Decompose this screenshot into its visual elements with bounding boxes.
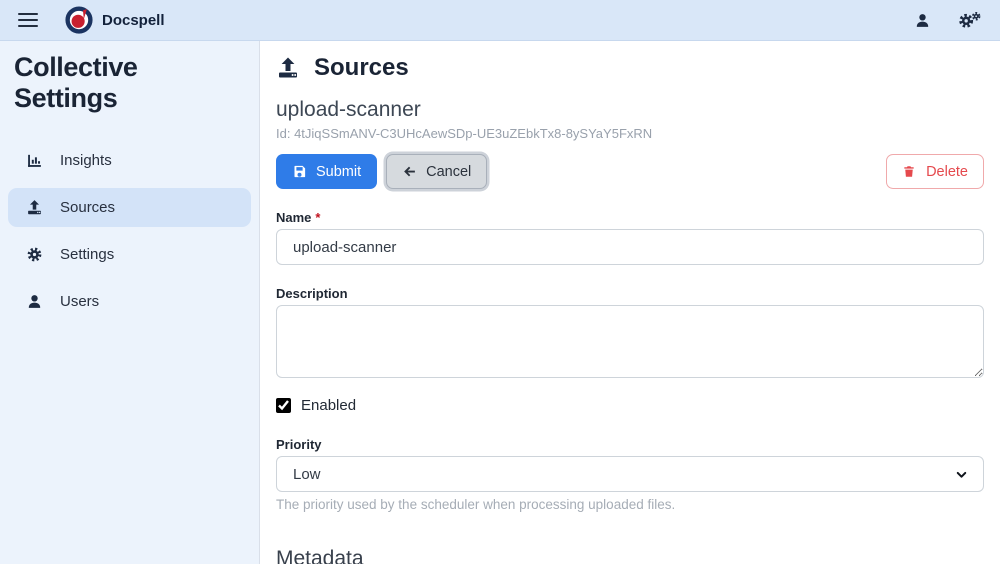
app-brand[interactable]: Docspell	[65, 6, 165, 34]
form-actions: Submit Cancel Delete	[276, 154, 984, 189]
source-name-heading: upload-scanner	[276, 98, 984, 122]
cancel-button[interactable]: Cancel	[386, 154, 487, 189]
enabled-row: Enabled	[276, 397, 984, 414]
arrow-left-icon	[402, 164, 417, 179]
top-navbar: Docspell	[0, 0, 1000, 41]
user-icon[interactable]	[914, 12, 931, 29]
chevron-down-icon	[954, 467, 969, 482]
chart-bar-icon	[26, 152, 43, 169]
submit-label: Submit	[316, 164, 361, 180]
upload-icon	[26, 199, 43, 216]
collective-settings-sidebar: Collective Settings Insights	[0, 41, 260, 564]
priority-help-text: The priority used by the scheduler when …	[276, 497, 984, 512]
submit-button[interactable]: Submit	[276, 154, 377, 189]
sidebar-item-settings[interactable]: Settings	[8, 235, 251, 274]
sidebar-item-label: Sources	[60, 199, 115, 216]
delete-button[interactable]: Delete	[886, 154, 984, 189]
required-mark: *	[315, 210, 320, 225]
sidebar-item-insights[interactable]: Insights	[8, 141, 251, 180]
priority-selected-value: Low	[293, 466, 321, 483]
name-input[interactable]	[276, 229, 984, 265]
sidebar-item-label: Insights	[60, 152, 112, 169]
menu-icon[interactable]	[18, 13, 38, 28]
sources-panel: Sources upload-scanner Id: 4tJiqSSmANV-C…	[260, 41, 1000, 564]
priority-label: Priority	[276, 437, 322, 452]
metadata-heading: Metadata	[276, 547, 984, 564]
source-id: Id: 4tJiqSSmANV-C3UHcAewSDp-UE3uZEbkTx8-…	[276, 126, 984, 141]
priority-select[interactable]: Low	[276, 456, 984, 492]
docspell-logo-icon	[65, 6, 93, 34]
brand-name: Docspell	[102, 12, 165, 29]
sidebar-item-sources[interactable]: Sources	[8, 188, 251, 227]
description-label: Description	[276, 286, 348, 301]
sidebar-item-label: Users	[60, 293, 99, 310]
enabled-label: Enabled	[301, 397, 356, 414]
page-title-text: Sources	[314, 54, 409, 82]
cogs-icon[interactable]	[957, 10, 982, 30]
enabled-checkbox[interactable]	[276, 398, 291, 413]
trash-icon	[902, 164, 917, 179]
cancel-label: Cancel	[426, 164, 471, 180]
user-icon	[26, 293, 43, 310]
sidebar-item-users[interactable]: Users	[8, 282, 251, 321]
sidebar-item-label: Settings	[60, 246, 114, 263]
name-label: Name*	[276, 210, 320, 225]
delete-label: Delete	[926, 164, 968, 180]
sidebar-title: Collective Settings	[8, 52, 251, 114]
save-icon	[292, 164, 307, 179]
description-textarea[interactable]	[276, 305, 984, 378]
page-title: Sources	[276, 54, 984, 82]
gear-icon	[26, 246, 43, 263]
upload-icon	[276, 56, 300, 80]
